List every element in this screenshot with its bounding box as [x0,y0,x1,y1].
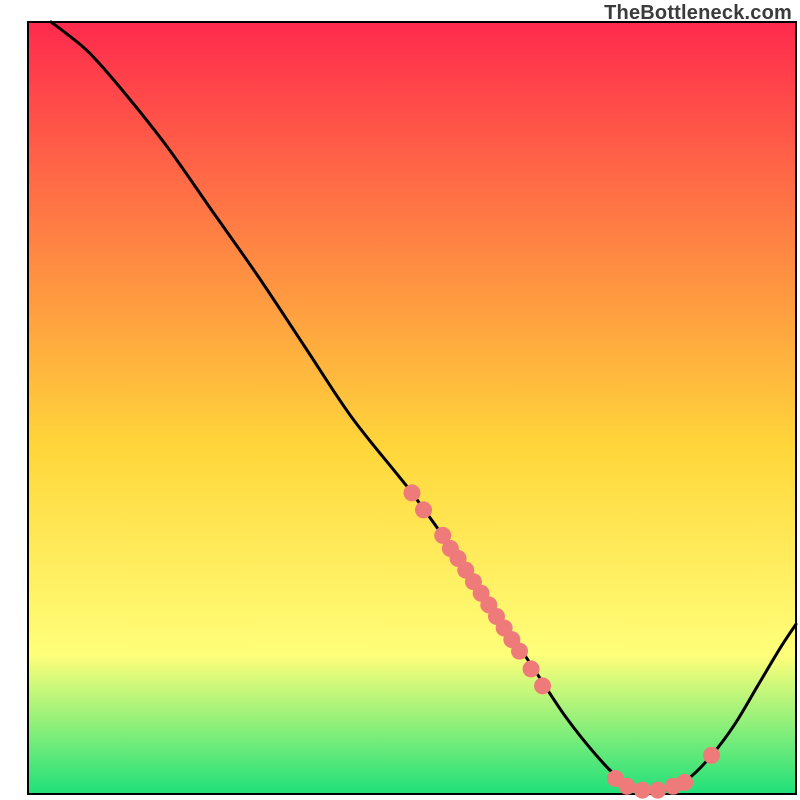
data-point [523,660,540,677]
data-point [676,774,693,791]
data-point [511,643,528,660]
data-point [404,484,421,501]
watermark-text: TheBottleneck.com [604,2,792,25]
data-point [703,747,720,764]
data-point [415,501,432,518]
data-point [649,782,666,799]
data-point [634,782,651,799]
data-point [619,778,636,795]
chart-background [28,22,796,794]
data-point [534,677,551,694]
bottleneck-chart [0,0,800,800]
chart-container: TheBottleneck.com [0,0,800,800]
